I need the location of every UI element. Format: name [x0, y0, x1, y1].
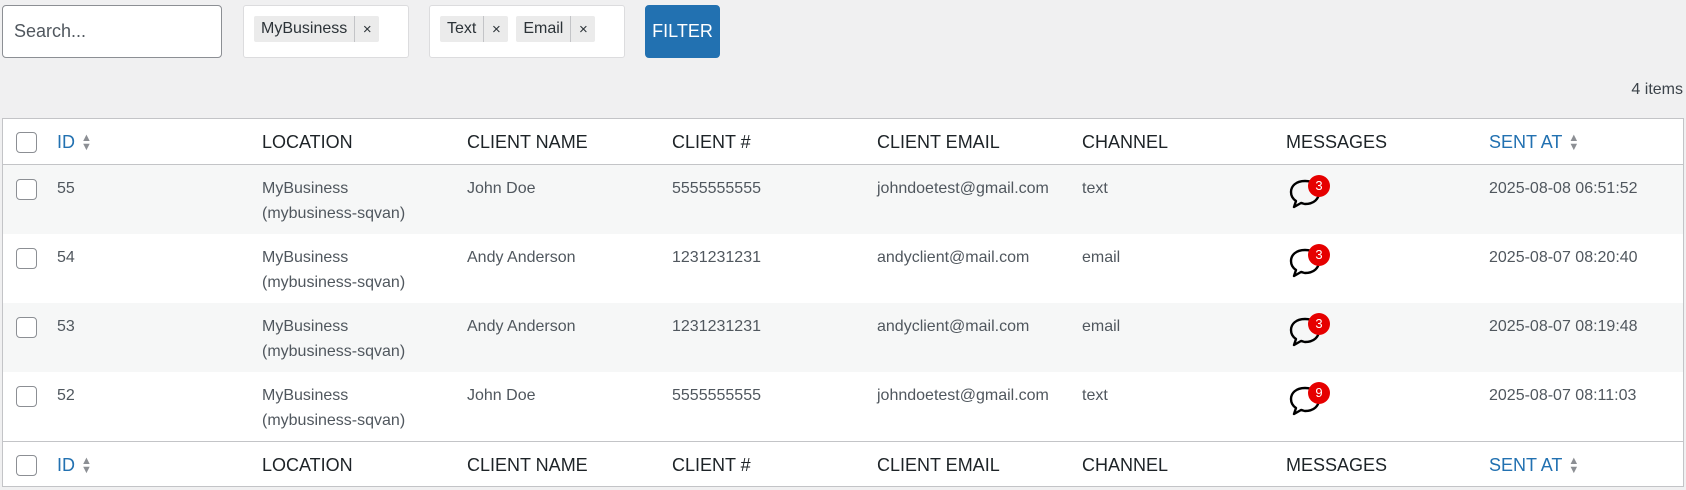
message-count-badge: 3	[1308, 244, 1330, 266]
column-id-label: ID	[57, 455, 75, 475]
cell-location: MyBusiness (mybusiness-sqvan)	[262, 249, 406, 291]
table-row[interactable]: 53 MyBusiness (mybusiness-sqvan) Andy And…	[3, 303, 1683, 372]
message-count-badge: 9	[1308, 382, 1330, 404]
cell-client-number: 1231231231	[672, 318, 761, 335]
column-sent-at-label: SENT AT	[1489, 132, 1563, 152]
column-id-label: ID	[57, 132, 75, 152]
item-count: 4 items	[1631, 81, 1683, 98]
column-client-name: CLIENT NAME	[467, 455, 588, 475]
column-location: LOCATION	[262, 455, 353, 475]
location-filter[interactable]: MyBusiness ×	[243, 5, 409, 58]
sort-arrows-icon: ▲ ▼	[1568, 131, 1580, 153]
cell-sent-at: 2025-08-07 08:11:03	[1489, 387, 1637, 404]
column-sent-at-sort[interactable]: SENT AT ▲ ▼	[1489, 130, 1579, 155]
column-client-email: CLIENT EMAIL	[877, 455, 1000, 475]
cell-sent-at: 2025-08-07 08:19:48	[1489, 318, 1638, 335]
channel-chip-text: Text ×	[440, 16, 509, 42]
cell-id: 53	[57, 318, 75, 335]
row-checkbox[interactable]	[16, 248, 37, 269]
cell-client-name: John Doe	[467, 180, 536, 197]
row-checkbox[interactable]	[16, 386, 37, 407]
sort-arrows-icon: ▲ ▼	[81, 454, 92, 476]
close-icon[interactable]: ×	[570, 16, 595, 42]
search-input[interactable]	[2, 5, 222, 58]
column-id-sort[interactable]: ID ▲ ▼	[57, 130, 92, 155]
row-checkbox[interactable]	[16, 317, 37, 338]
messages-table: ID ▲ ▼ LOCATION CLIENT NAME CLIENT # CLIE…	[2, 118, 1684, 487]
cell-channel: text	[1082, 180, 1108, 197]
cell-channel: email	[1082, 249, 1121, 266]
cell-client-name: Andy Anderson	[467, 318, 576, 335]
sort-arrows-icon: ▲ ▼	[81, 131, 92, 153]
column-channel: CHANNEL	[1082, 132, 1169, 152]
cell-client-email: andyclient@mail.com	[877, 318, 1030, 335]
message-count-badge: 3	[1308, 175, 1330, 197]
cell-channel: email	[1082, 318, 1121, 335]
message-count-badge: 3	[1308, 313, 1330, 335]
chip-label: Email	[523, 20, 564, 37]
close-icon[interactable]: ×	[483, 16, 508, 42]
cell-client-number: 5555555555	[672, 387, 761, 404]
cell-channel: text	[1082, 387, 1108, 404]
cell-client-email: johndoetest@gmail.com	[877, 387, 1049, 404]
column-messages: MESSAGES	[1286, 132, 1388, 152]
cell-client-email: andyclient@mail.com	[877, 249, 1030, 266]
messages-button[interactable]: 3	[1288, 313, 1333, 349]
messages-button[interactable]: 3	[1288, 175, 1333, 211]
sort-arrows-icon: ▲ ▼	[1568, 454, 1580, 476]
messages-button[interactable]: 9	[1288, 382, 1333, 418]
channel-chip-email: Email ×	[516, 16, 596, 42]
cell-location: MyBusiness (mybusiness-sqvan)	[262, 318, 406, 360]
column-location: LOCATION	[262, 132, 353, 152]
cell-client-number: 1231231231	[672, 249, 761, 266]
cell-location: MyBusiness (mybusiness-sqvan)	[262, 387, 406, 429]
filter-button[interactable]: FILTER	[645, 5, 720, 58]
column-client-email: CLIENT EMAIL	[877, 132, 1000, 152]
chip-label: Text	[447, 20, 477, 37]
column-client-name: CLIENT NAME	[467, 132, 588, 152]
cell-id: 55	[57, 180, 75, 197]
cell-client-name: Andy Anderson	[467, 249, 576, 266]
cell-sent-at: 2025-08-07 08:20:40	[1489, 249, 1638, 266]
cell-sent-at: 2025-08-08 06:51:52	[1489, 180, 1638, 197]
column-sent-at-sort[interactable]: SENT AT ▲ ▼	[1489, 453, 1579, 478]
select-all-checkbox[interactable]	[16, 455, 37, 476]
channel-filter[interactable]: Text × Email ×	[429, 5, 625, 58]
chip-label: MyBusiness	[261, 20, 348, 37]
column-messages: MESSAGES	[1286, 455, 1388, 475]
messages-button[interactable]: 3	[1288, 244, 1333, 280]
column-client-number: CLIENT #	[672, 132, 751, 152]
table-footer: ID ▲ ▼ LOCATION CLIENT NAME CLIENT # CLIE…	[3, 441, 1683, 487]
cell-client-email: johndoetest@gmail.com	[877, 180, 1049, 197]
column-client-number: CLIENT #	[672, 455, 751, 475]
column-id-sort[interactable]: ID ▲ ▼	[57, 453, 92, 478]
row-checkbox[interactable]	[16, 179, 37, 200]
cell-location: MyBusiness (mybusiness-sqvan)	[262, 180, 406, 222]
table-header: ID ▲ ▼ LOCATION CLIENT NAME CLIENT # CLIE…	[3, 119, 1683, 165]
table-row[interactable]: 52 MyBusiness (mybusiness-sqvan) John Doe…	[3, 372, 1683, 441]
cell-client-name: John Doe	[467, 387, 536, 404]
cell-id: 52	[57, 387, 75, 404]
table-row[interactable]: 55 MyBusiness (mybusiness-sqvan) John Doe…	[3, 165, 1683, 234]
filter-bar: MyBusiness × Text × Email × FILTER	[0, 0, 1686, 62]
table-row[interactable]: 54 MyBusiness (mybusiness-sqvan) Andy And…	[3, 234, 1683, 303]
close-icon[interactable]: ×	[354, 16, 379, 42]
select-all-checkbox[interactable]	[16, 132, 37, 153]
column-channel: CHANNEL	[1082, 455, 1169, 475]
cell-id: 54	[57, 249, 75, 266]
column-sent-at-label: SENT AT	[1489, 455, 1563, 475]
location-chip: MyBusiness ×	[254, 16, 380, 42]
cell-client-number: 5555555555	[672, 180, 761, 197]
